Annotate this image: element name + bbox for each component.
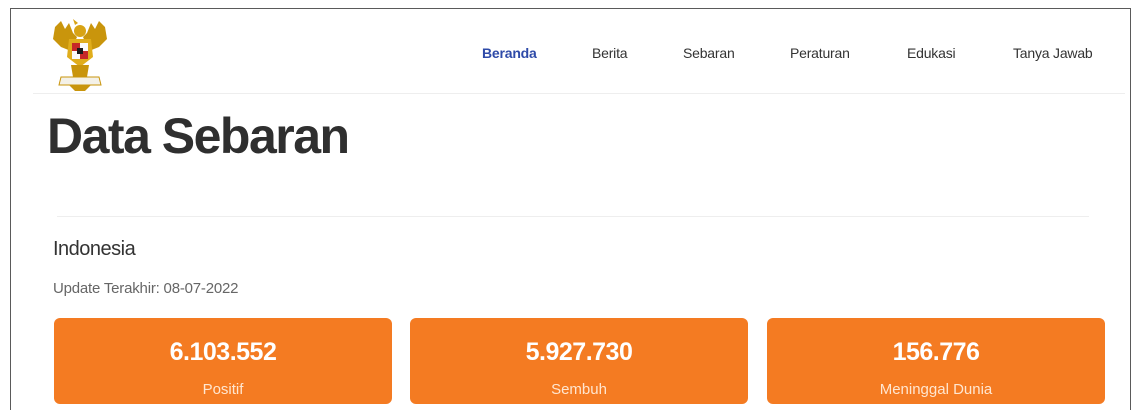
stat-label-positif: Positif bbox=[202, 381, 244, 398]
stat-value-meninggal: 156.776 bbox=[892, 338, 980, 366]
stat-value-sembuh: 5.927.730 bbox=[525, 338, 633, 366]
nav-item-edukasi[interactable]: Edukasi bbox=[907, 45, 956, 61]
stat-card-sembuh: 5.927.730 Sembuh bbox=[410, 318, 748, 404]
header-divider bbox=[33, 93, 1125, 94]
stat-card-meninggal: 156.776 Meninggal Dunia bbox=[767, 318, 1105, 404]
page-title: Data Sebaran bbox=[47, 108, 350, 164]
page-frame: Beranda Berita Sebaran Peraturan Edukasi… bbox=[10, 8, 1131, 410]
stat-label-meninggal: Meninggal Dunia bbox=[879, 381, 993, 398]
stat-value-positif: 6.103.552 bbox=[169, 338, 277, 366]
nav-item-sebaran[interactable]: Sebaran bbox=[683, 45, 735, 61]
stat-label-sembuh: Sembuh bbox=[551, 381, 607, 398]
country-heading: Indonesia bbox=[53, 238, 136, 260]
main-nav: Beranda Berita Sebaran Peraturan Edukasi… bbox=[11, 45, 1130, 65]
stat-card-positif: 6.103.552 Positif bbox=[54, 318, 392, 404]
nav-item-beranda[interactable]: Beranda bbox=[482, 45, 537, 61]
nav-item-berita[interactable]: Berita bbox=[592, 45, 628, 61]
last-update-text: Update Terakhir: 08-07-2022 bbox=[53, 280, 239, 297]
section-divider bbox=[57, 216, 1089, 217]
nav-item-tanya-jawab[interactable]: Tanya Jawab bbox=[1013, 45, 1093, 61]
nav-item-peraturan[interactable]: Peraturan bbox=[790, 45, 850, 61]
